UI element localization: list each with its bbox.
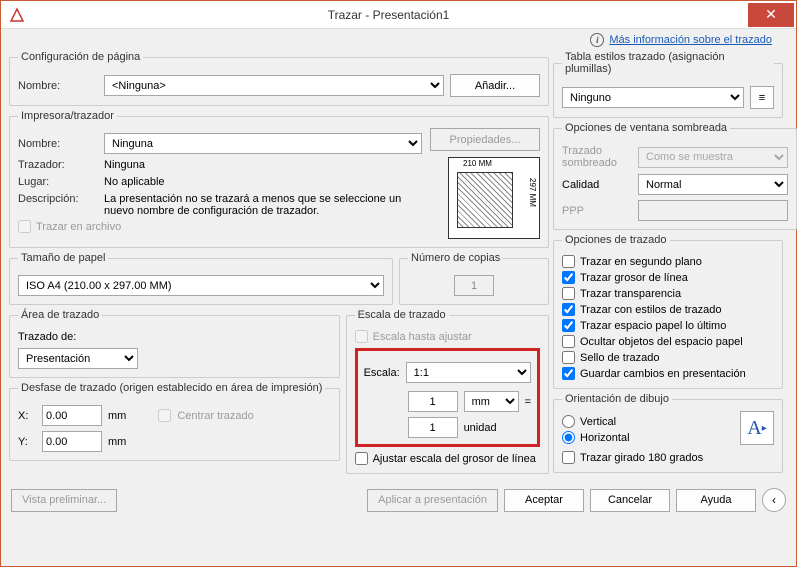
plot-styles-select[interactable]: Ninguno: [562, 87, 744, 108]
help-button[interactable]: Ayuda: [676, 489, 756, 512]
center-checkbox: [158, 409, 171, 422]
plotter-label: Trazador:: [18, 159, 98, 171]
printer-legend: Impresora/trazador: [18, 110, 117, 122]
orientation-group: Orientación de dibujo Vertical Horizonta…: [553, 393, 783, 473]
lineweight-scale-checkbox[interactable]: [355, 452, 368, 465]
copies-input: [454, 275, 494, 296]
y-unit: mm: [108, 436, 126, 448]
plot-area-select[interactable]: Presentación: [18, 348, 138, 369]
preview-button: Vista preliminar...: [11, 489, 117, 512]
center-label: Centrar trazado: [177, 410, 253, 422]
y-label: Y:: [18, 436, 36, 448]
copies-group: Número de copias: [399, 252, 549, 305]
page-config-group: Configuración de página Nombre: <Ninguna…: [9, 51, 549, 106]
quality-select[interactable]: Normal: [638, 174, 788, 195]
lw-checkbox[interactable]: [562, 271, 575, 284]
plot-styles-edit-button[interactable]: ≡: [750, 86, 774, 109]
plot-options-legend: Opciones de trazado: [562, 234, 670, 246]
printer-group: Impresora/trazador Nombre: Ninguna Traza…: [9, 110, 549, 248]
window-title: Trazar - Presentación1: [29, 8, 748, 22]
orientation-legend: Orientación de dibujo: [562, 393, 672, 405]
plot-dialog: Trazar - Presentación1 ✕ i Más informaci…: [0, 0, 797, 567]
scale-legend: Escala de trazado: [355, 309, 449, 321]
vertical-radio[interactable]: [562, 415, 575, 428]
ppp-label: PPP: [562, 205, 632, 217]
desc-value: La presentación no se trazará a menos qu…: [104, 193, 422, 217]
title-bar: Trazar - Presentación1 ✕: [1, 1, 796, 29]
upside-checkbox[interactable]: [562, 451, 575, 464]
paper-size-legend: Tamaño de papel: [18, 252, 108, 264]
save-checkbox[interactable]: [562, 367, 575, 380]
scale-unit-select[interactable]: mm: [464, 391, 519, 412]
shade-plot-select: Como se muestra: [638, 147, 788, 168]
quality-label: Calidad: [562, 179, 632, 191]
lineweight-scale-label: Ajustar escala del grosor de línea: [373, 453, 536, 465]
place-label: Lugar:: [18, 176, 98, 188]
horizontal-radio[interactable]: [562, 431, 575, 444]
plot-options-group: Opciones de trazado Trazar en segundo pl…: [553, 234, 783, 389]
copies-legend: Número de copias: [408, 252, 503, 264]
hide-checkbox[interactable]: [562, 335, 575, 348]
offset-group: Desfase de trazado (origen establecido e…: [9, 382, 340, 461]
scale-denominator-input[interactable]: [408, 417, 458, 438]
close-button[interactable]: ✕: [748, 3, 794, 27]
paper-size-group: Tamaño de papel ISO A4 (210.00 x 297.00 …: [9, 252, 393, 305]
scale-label: Escala:: [364, 367, 400, 379]
scale-group: Escala de trazado Escala hasta ajustar E…: [346, 309, 549, 474]
add-button[interactable]: Añadir...: [450, 74, 540, 97]
x-unit: mm: [108, 410, 126, 422]
properties-button: Propiedades...: [430, 128, 540, 151]
to-file-label: Trazar en archivo: [36, 221, 121, 233]
orientation-icon: A▸: [740, 411, 774, 445]
ok-button[interactable]: Aceptar: [504, 489, 584, 512]
plotter-value: Ninguna: [104, 159, 145, 171]
collapse-button[interactable]: ‹: [762, 488, 786, 512]
plot-area-group: Área de trazado Trazado de: Presentación: [9, 309, 340, 378]
dialog-footer: Vista preliminar... Aplicar a presentaci…: [1, 484, 796, 516]
ppp-input: [638, 200, 788, 221]
plot-area-legend: Área de trazado: [18, 309, 102, 321]
shaded-legend: Opciones de ventana sombreada: [562, 122, 730, 134]
page-name-select[interactable]: <Ninguna>: [104, 75, 444, 96]
y-input[interactable]: [42, 431, 102, 452]
plot-area-label: Trazado de:: [18, 331, 331, 343]
printer-name-label: Nombre:: [18, 138, 98, 150]
x-input[interactable]: [42, 405, 102, 426]
equals-label: =: [525, 396, 531, 408]
page-name-label: Nombre:: [18, 80, 98, 92]
paper-size-select[interactable]: ISO A4 (210.00 x 297.00 MM): [18, 275, 384, 296]
paper-preview: 210 MM 297 MM: [448, 157, 540, 239]
offset-legend: Desfase de trazado (origen establecido e…: [18, 382, 325, 394]
plot-styles-group: Tabla estilos trazado (asignación plumil…: [553, 51, 783, 118]
desc-label: Descripción:: [18, 193, 98, 205]
to-file-checkbox: [18, 220, 31, 233]
scale-select[interactable]: 1:1: [406, 362, 531, 383]
place-value: No aplicable: [104, 176, 165, 188]
apply-button: Aplicar a presentación: [367, 489, 498, 512]
fit-label: Escala hasta ajustar: [373, 331, 472, 343]
app-icon: [5, 3, 29, 27]
bg-checkbox[interactable]: [562, 255, 575, 268]
ps-checkbox[interactable]: [562, 319, 575, 332]
more-info-link[interactable]: Más información sobre el trazado: [609, 34, 772, 46]
printer-name-select[interactable]: Ninguna: [104, 133, 422, 154]
st-checkbox[interactable]: [562, 303, 575, 316]
scale-numerator-input[interactable]: [408, 391, 458, 412]
scale-den-unit: unidad: [464, 422, 497, 434]
scale-highlight-box: Escala: 1:1 mm = unidad: [355, 348, 540, 447]
shade-plot-label: Trazado sombreado: [562, 145, 632, 169]
page-config-legend: Configuración de página: [18, 51, 143, 63]
fit-checkbox: [355, 330, 368, 343]
plot-styles-legend: Tabla estilos trazado (asignación plumil…: [562, 51, 774, 75]
x-label: X:: [18, 410, 36, 422]
cancel-button[interactable]: Cancelar: [590, 489, 670, 512]
tr-checkbox[interactable]: [562, 287, 575, 300]
stamp-checkbox[interactable]: [562, 351, 575, 364]
shaded-viewport-group: Opciones de ventana sombreada Trazado so…: [553, 122, 797, 230]
info-icon: i: [590, 33, 604, 47]
